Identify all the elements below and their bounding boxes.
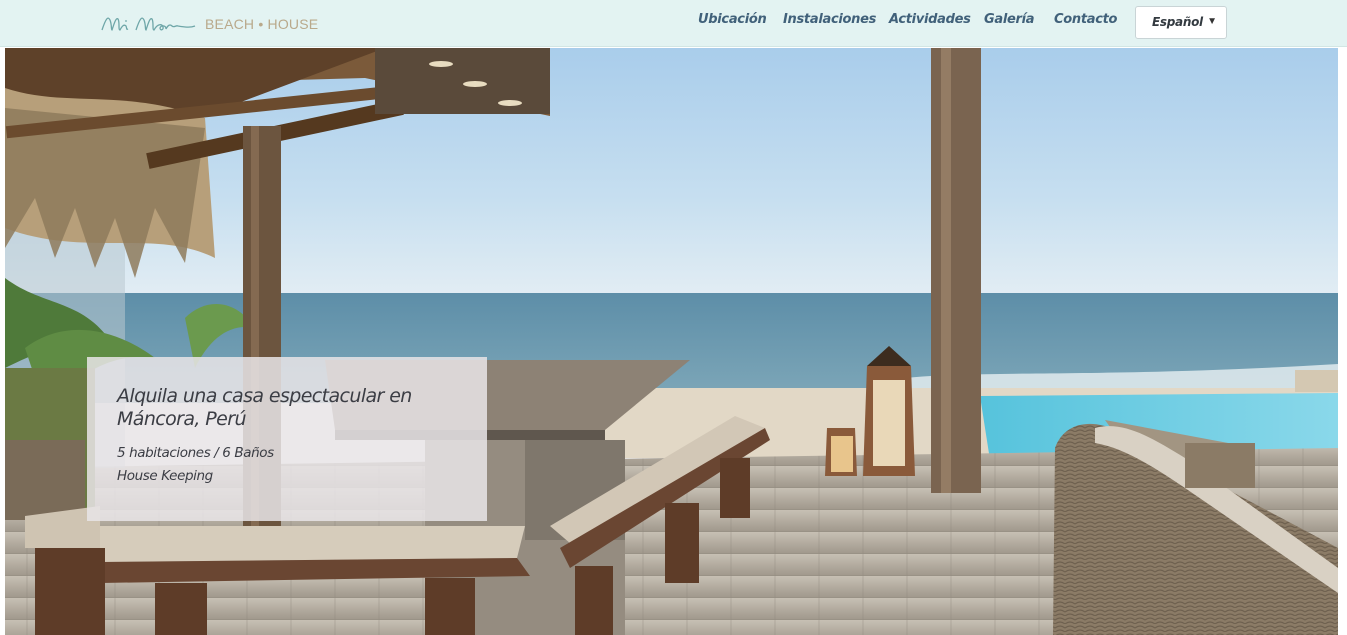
hero-callout: Alquila una casa espectacular en Máncora…	[87, 357, 487, 521]
hero-photo	[5, 48, 1338, 635]
top-navigation-bar: BEACH • HOUSE Ubicación Instalaciones Ac…	[0, 0, 1347, 47]
nav-galeria[interactable]: Galería	[984, 12, 1035, 27]
nav-ubicacion[interactable]: Ubicación	[698, 12, 767, 27]
language-selected-value: Español	[1152, 15, 1203, 29]
hero-detail-housekeeping: House Keeping	[117, 468, 213, 484]
language-select[interactable]: Español ▼	[1135, 6, 1227, 39]
hero-detail-rooms: 5 habitaciones / 6 Baños	[117, 445, 274, 461]
hero-headline: Alquila una casa espectacular en Máncora…	[117, 385, 412, 430]
caret-down-icon: ▼	[1207, 16, 1217, 27]
hero-section: Alquila una casa espectacular en Máncora…	[5, 48, 1338, 635]
nav-instalaciones[interactable]: Instalaciones	[783, 12, 876, 27]
nav-actividades[interactable]: Actividades	[889, 12, 971, 27]
nav-contacto[interactable]: Contacto	[1054, 12, 1117, 27]
